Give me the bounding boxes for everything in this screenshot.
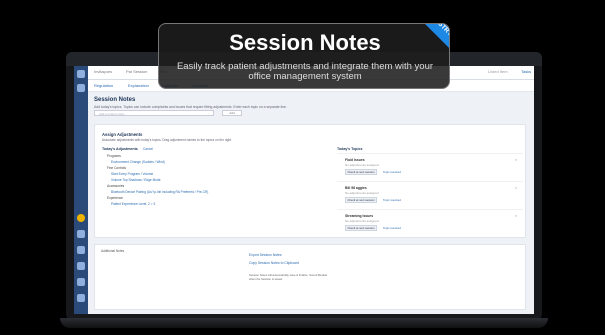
topic-resolved-link[interactable]: Topic resolved [383,198,401,202]
topic-desc: No adjustments assigned [345,191,379,195]
breadcrumb-2[interactable]: Pat Session [126,69,147,74]
topic-desc: No adjustments assigned [345,219,379,223]
check-next-session-button[interactable]: Check at next session [345,169,377,175]
group-programs[interactable]: Programs [107,154,121,158]
adjustment-item[interactable]: Patient Experience Level: 2 > 3 [111,202,155,206]
adjustment-item[interactable]: Start Every Program / Volume [111,172,153,176]
export-notes-link[interactable]: Export Session Notes [249,253,282,257]
monitor-stand [60,318,548,328]
topic-resolved-link[interactable]: Topic resolved [383,226,401,230]
page-subtitle: Add today's topics. Topics can include c… [94,105,287,109]
adjustment-item[interactable]: Bluetooth Device Pairing (Ax/ Ip-init in… [111,190,208,194]
copy-notes-link[interactable]: Copy Session Notes to Clipboard [249,261,299,265]
close-icon[interactable]: × [515,157,517,162]
group-fine-controls[interactable]: Fine Controls [107,166,126,170]
banner-title: Session Notes [229,30,381,55]
listing-dropdown[interactable]: Listed Item [488,69,508,74]
topic-card: Fluid Issues No adjustments assigned Che… [337,153,523,179]
assign-title: Assign Adjustments [102,132,143,137]
home-icon[interactable] [77,70,85,78]
tasks-button[interactable]: Tasks [521,69,531,74]
adjustment-item[interactable]: Volume Top Shadows / Edge Mode [111,178,161,182]
notes-info-text: Session Notes will automatically save & … [249,273,328,281]
breadcrumb-1[interactable]: Invitaçoes [94,69,112,74]
todays-topics-heading: Today's Topics [337,147,363,151]
add-topic-button[interactable]: Add [222,110,242,116]
topic-name: Streaming Issues [345,214,374,218]
additional-notes-panel[interactable]: Additional Notes Export Session Notes Co… [94,244,526,310]
topic-card: Streaming Issues No adjustments assigned… [337,209,523,235]
monitor: Invitaçoes Pat Session Sec... Listed Ite… [66,52,542,320]
feature-banner: Session Notes Easily track patient adjus… [158,23,450,89]
tab-regulation[interactable]: Regulation [94,83,113,88]
assign-adjustments-card: Assign Adjustments Associate adjustments… [94,124,526,238]
topic-name: Bill 98 aggies [345,186,367,190]
banner-subtitle: Easily track patient adjustments and int… [176,61,434,82]
app-screen: Invitaçoes Pat Session Sec... Listed Ite… [74,66,534,314]
topic-input-placeholder: Add a custom topic [99,112,125,116]
assign-subtitle: Associate adjustments with today's topic… [102,138,232,142]
topic-desc: No adjustments assigned [345,163,379,167]
chart-icon[interactable] [77,262,85,270]
topic-input[interactable]: Add a custom topic [94,110,214,116]
close-icon[interactable]: × [515,185,517,190]
alert-icon[interactable] [77,214,85,222]
notes-label: Additional Notes [101,249,125,253]
group-experience[interactable]: Experience [107,196,123,200]
group-accessories[interactable]: Accessories [107,184,124,188]
settings-icon[interactable] [77,278,85,286]
tab-explanation[interactable]: Explanation [128,83,149,88]
todays-adjustments-heading: Today's Adjustments [102,147,138,151]
check-next-session-button[interactable]: Check at next session [345,225,377,231]
topic-card: Bill 98 aggies No adjustments assigned C… [337,181,523,207]
close-icon[interactable]: × [515,213,517,218]
page-title: Session Notes [94,97,136,103]
promo-stage: Invitaçoes Pat Session Sec... Listed Ite… [0,0,605,335]
check-next-session-button[interactable]: Check at next session [345,197,377,203]
phone-icon[interactable] [77,230,85,238]
calendar-icon[interactable] [77,246,85,254]
adjustment-item[interactable]: Environment Change (Sudden / Wind) [111,160,165,164]
topic-name: Fluid Issues [345,158,365,162]
topic-resolved-link[interactable]: Topic resolved [383,170,401,174]
menu-icon[interactable] [77,84,85,92]
logout-icon[interactable] [77,294,85,302]
app-sidebar [74,66,88,314]
cancel-link[interactable]: Cancel [143,147,153,151]
